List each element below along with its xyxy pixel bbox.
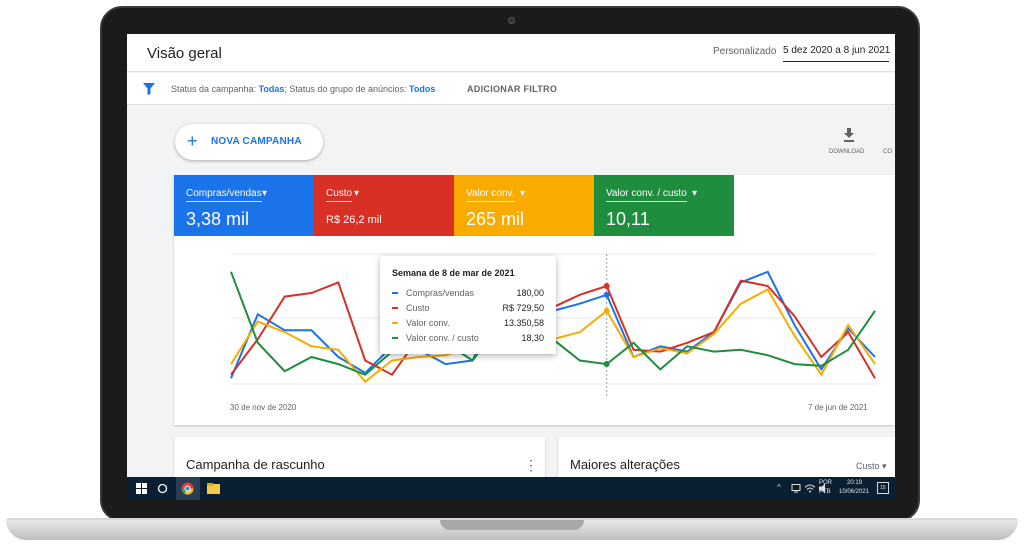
campaign-status-label: Status da campanha: xyxy=(171,84,259,94)
notification-icon[interactable]: 15 xyxy=(877,482,889,494)
input-language-bottom[interactable]: PTB xyxy=(819,489,831,495)
notification-count: 15 xyxy=(880,485,886,491)
tooltip-row: Compras/vendas 180,00 xyxy=(392,288,544,300)
dropdown-arrow-icon: ▾ xyxy=(520,188,526,199)
tooltip-row-value: R$ 729,50 xyxy=(502,303,544,313)
hover-point-2 xyxy=(603,307,610,314)
date-preset-label[interactable]: Personalizado xyxy=(713,46,776,57)
metric-custo[interactable]: Custo ▾ R$ 26,2 mil xyxy=(314,175,454,236)
legend-swatch xyxy=(392,337,398,339)
tooltip-title: Semana de 8 de mar de 2021 xyxy=(392,268,515,278)
tooltip-row-value: 18,30 xyxy=(521,333,544,343)
tooltip-row-value: 180,00 xyxy=(516,288,544,298)
legend-swatch xyxy=(392,292,398,294)
legend-swatch xyxy=(392,322,398,324)
metric-name: Custo xyxy=(326,188,353,202)
changes-metric-value: Custo xyxy=(856,461,880,471)
metric-valor-conv[interactable]: Valor conv. ▾ 265 mil xyxy=(454,175,594,236)
show-hidden-icons-icon[interactable]: ^ xyxy=(777,483,781,492)
x-tick-end: 7 de jun de 2021 xyxy=(808,403,868,412)
date-range-picker[interactable]: 5 dez 2020 a 8 jun 2021 xyxy=(783,45,890,56)
download-icon xyxy=(844,128,854,142)
input-language-top[interactable]: POR xyxy=(819,480,832,486)
tooltip-row: Custo R$ 729,50 xyxy=(392,303,544,315)
tooltip-row-value: 13.350,58 xyxy=(503,318,544,328)
metric-name: Compras/vendas xyxy=(186,188,262,202)
webcam xyxy=(508,17,515,24)
metric-value: 10,11 xyxy=(606,209,650,229)
search-icon[interactable] xyxy=(157,482,168,495)
adgroup-status-label: Status do grupo de anúncios: xyxy=(289,84,410,94)
laptop-notch xyxy=(440,520,584,530)
more-vert-icon[interactable]: ⋮ xyxy=(524,457,538,474)
adgroup-status-value[interactable]: Todos xyxy=(409,84,435,94)
clock-time[interactable]: 20:19 xyxy=(847,480,862,486)
x-tick-start: 30 de nov de 2020 xyxy=(230,403,297,412)
add-filter-button[interactable]: ADICIONAR FILTRO xyxy=(467,84,557,94)
metric-valor-conv-custo[interactable]: Valor conv. / custo ▾ 10,11 xyxy=(594,175,734,236)
top-bar: Visão geral Personalizado 5 dez 2020 a 8… xyxy=(127,34,895,72)
download-button[interactable]: DOWNLOAD xyxy=(827,128,871,158)
tooltip-row-name: Valor conv. xyxy=(406,318,450,328)
metric-value: R$ 26,2 mil xyxy=(326,214,382,226)
dropdown-arrow-icon: ▾ xyxy=(262,188,268,199)
clock-date[interactable]: 10/06/2021 xyxy=(839,489,869,495)
dropdown-arrow-icon: ▾ xyxy=(354,188,360,199)
tooltip-row-name: Custo xyxy=(406,303,430,313)
download-label: DOWNLOAD xyxy=(829,149,865,155)
plus-icon: + xyxy=(187,131,198,151)
page-title: Visão geral xyxy=(147,45,222,62)
hover-point-3 xyxy=(603,361,610,368)
chrome-icon xyxy=(181,482,194,495)
changes-metric-select[interactable]: Custo ▾ xyxy=(856,461,887,472)
metric-name: Valor conv. / custo xyxy=(606,188,687,202)
filter-bar: Status da campanha: Todas; Status do gru… xyxy=(127,73,895,105)
date-range-underline xyxy=(783,61,889,62)
new-campaign-label: NOVA CAMPANHA xyxy=(211,136,302,147)
tooltip-row-name: Valor conv. / custo xyxy=(406,333,479,343)
tooltip-row: Valor conv. 13.350,58 xyxy=(392,318,544,330)
dropdown-arrow-icon: ▾ xyxy=(692,188,698,199)
metric-value: 3,38 mil xyxy=(186,209,250,229)
windows-start-icon[interactable] xyxy=(136,482,147,495)
metric-value: 265 mil xyxy=(466,209,525,229)
biggest-changes-title: Maiores alterações xyxy=(570,457,680,472)
file-explorer-icon[interactable] xyxy=(207,482,220,495)
filter-icon[interactable] xyxy=(143,83,155,95)
chart-tooltip: Semana de 8 de mar de 2021 Compras/venda… xyxy=(380,256,556,354)
new-campaign-button[interactable]: + NOVA CAMPANHA xyxy=(175,124,323,160)
truncated-toolbar-label[interactable]: CO xyxy=(883,149,892,155)
screen: Visão geral Personalizado 5 dez 2020 a 8… xyxy=(127,34,895,500)
windows-taskbar: ^ POR PTB 20:19 10/06/2021 15 xyxy=(127,477,895,500)
hover-point-1 xyxy=(603,282,610,289)
tooltip-row: Valor conv. / custo 18,30 xyxy=(392,333,544,345)
metric-compras[interactable]: Compras/vendas ▾ 3,38 mil xyxy=(174,175,314,236)
active-filters[interactable]: Status da campanha: Todas; Status do gru… xyxy=(171,84,435,94)
wifi-icon[interactable] xyxy=(805,482,815,495)
draft-campaign-title: Campanha de rascunho xyxy=(186,457,325,472)
laptop-frame: Visão geral Personalizado 5 dez 2020 a 8… xyxy=(0,0,1024,559)
tooltip-row-name: Compras/vendas xyxy=(406,288,475,298)
network-icon[interactable] xyxy=(791,482,801,495)
campaign-status-value[interactable]: Todas xyxy=(259,84,285,94)
chrome-taskbar-button[interactable] xyxy=(176,477,200,500)
legend-swatch xyxy=(392,307,398,309)
metric-name: Valor conv. xyxy=(466,188,515,202)
